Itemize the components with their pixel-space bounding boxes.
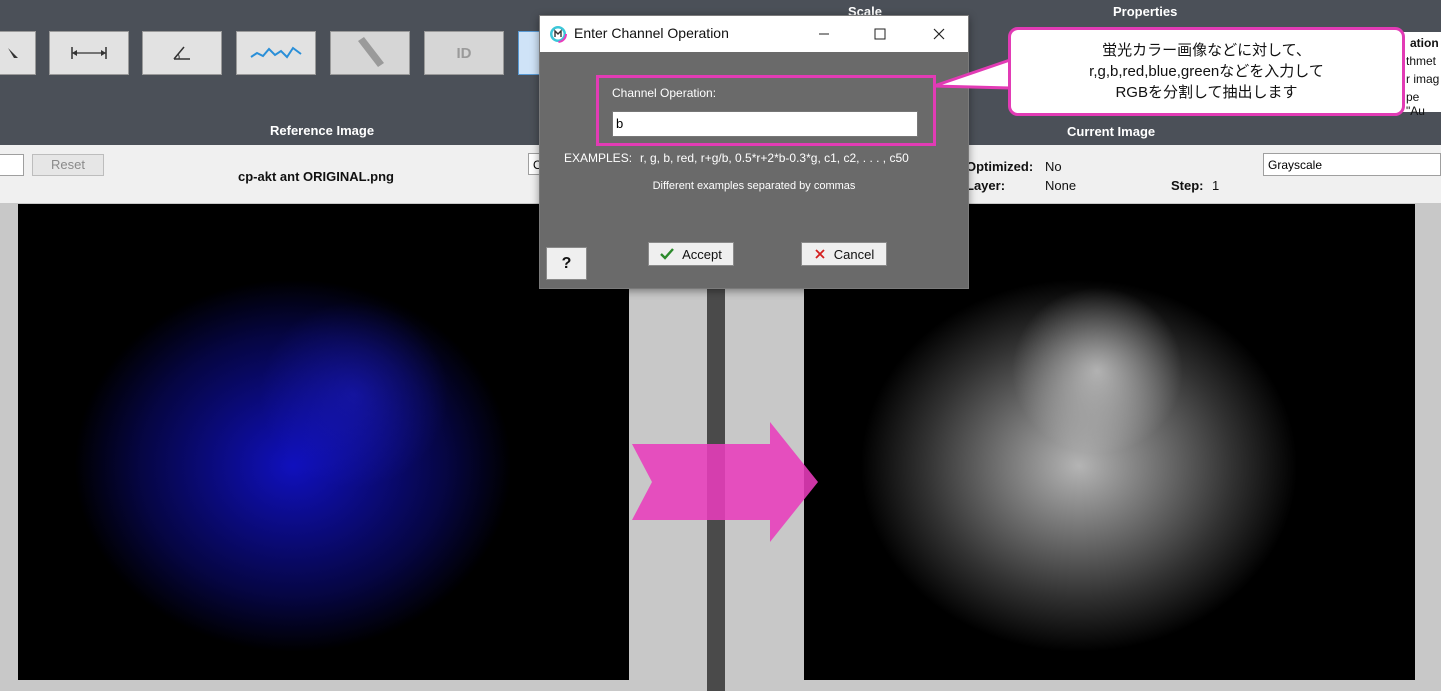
check-icon xyxy=(660,248,675,260)
optimized-value: No xyxy=(1045,159,1062,174)
pointer-icon xyxy=(8,48,18,58)
help-button[interactable]: ? xyxy=(546,247,587,280)
callout-line-1: 蛍光カラー画像などに対して、 xyxy=(1102,42,1311,59)
close-button[interactable] xyxy=(925,20,953,48)
properties-heading: Properties xyxy=(1113,4,1178,19)
current-image-label: Current Image xyxy=(1067,124,1156,139)
select-tool-button[interactable] xyxy=(0,31,36,75)
properties-line-3: r imag xyxy=(1406,72,1440,86)
properties-line-4: pe "Au xyxy=(1406,90,1425,118)
angle-icon xyxy=(173,46,190,60)
minimize-button[interactable] xyxy=(810,20,838,48)
cross-icon xyxy=(815,249,825,259)
maximize-button[interactable] xyxy=(866,20,894,48)
callout-pointer-icon xyxy=(933,58,1011,90)
examples-label: EXAMPLES: xyxy=(564,151,633,165)
callout-line-2: r,g,b,red,blue,greenなどを入力して xyxy=(1089,63,1324,80)
properties-line-1: ation xyxy=(1410,36,1439,50)
arrow-annotation-icon xyxy=(632,422,818,542)
reference-image-label: Reference Image xyxy=(270,123,375,138)
annotation-callout: 蛍光カラー画像などに対して、 r,g,b,red,blue,greenなどを入力… xyxy=(1008,27,1405,116)
measure-tool-button[interactable] xyxy=(49,31,129,75)
left-spinner[interactable] xyxy=(0,154,24,176)
optimized-label: Optimized: xyxy=(966,159,1034,174)
input-highlight-frame xyxy=(596,75,936,146)
bar-tool-button[interactable] xyxy=(330,31,410,75)
color-mode-select[interactable]: Grayscale xyxy=(1263,153,1441,176)
reference-filename: cp-akt ant ORIGINAL.png xyxy=(238,169,394,184)
line-profile-icon xyxy=(250,46,302,59)
cancel-button[interactable]: Cancel xyxy=(801,242,887,266)
step-label: Step: xyxy=(1171,178,1204,193)
dialog-title: Enter Channel Operation xyxy=(574,25,729,41)
accept-button[interactable]: Accept xyxy=(648,242,734,266)
ruler-measure-icon xyxy=(71,47,107,59)
properties-line-2: thmet xyxy=(1406,54,1437,68)
app-logo-icon xyxy=(549,25,567,43)
separator-note: Different examples separated by commas xyxy=(652,180,856,192)
angle-tool-button[interactable] xyxy=(142,31,222,75)
minimize-icon xyxy=(819,33,829,35)
examples-text: r, g, b, red, r+g/b, 0.5*r+2*b-0.3*g, c1… xyxy=(640,151,909,165)
step-value: 1 xyxy=(1212,178,1220,193)
dialog-titlebar[interactable]: Enter Channel Operation xyxy=(540,16,968,52)
accept-label: Accept xyxy=(682,246,722,262)
maximize-icon xyxy=(874,28,886,40)
profile-tool-button[interactable] xyxy=(236,31,316,75)
id-tool-button[interactable]: ID xyxy=(424,31,504,75)
reference-image xyxy=(18,204,629,680)
layer-value: None xyxy=(1045,178,1077,193)
close-icon xyxy=(933,28,945,40)
reset-button[interactable]: Reset xyxy=(32,154,104,176)
layer-label: Layer: xyxy=(966,178,1006,193)
scale-bar-icon xyxy=(358,37,384,67)
cancel-label: Cancel xyxy=(833,246,875,262)
channel-operation-dialog: Enter Channel Operation Channel Operatio… xyxy=(539,15,969,289)
callout-line-3: RGBを分割して抽出します xyxy=(1115,84,1298,101)
